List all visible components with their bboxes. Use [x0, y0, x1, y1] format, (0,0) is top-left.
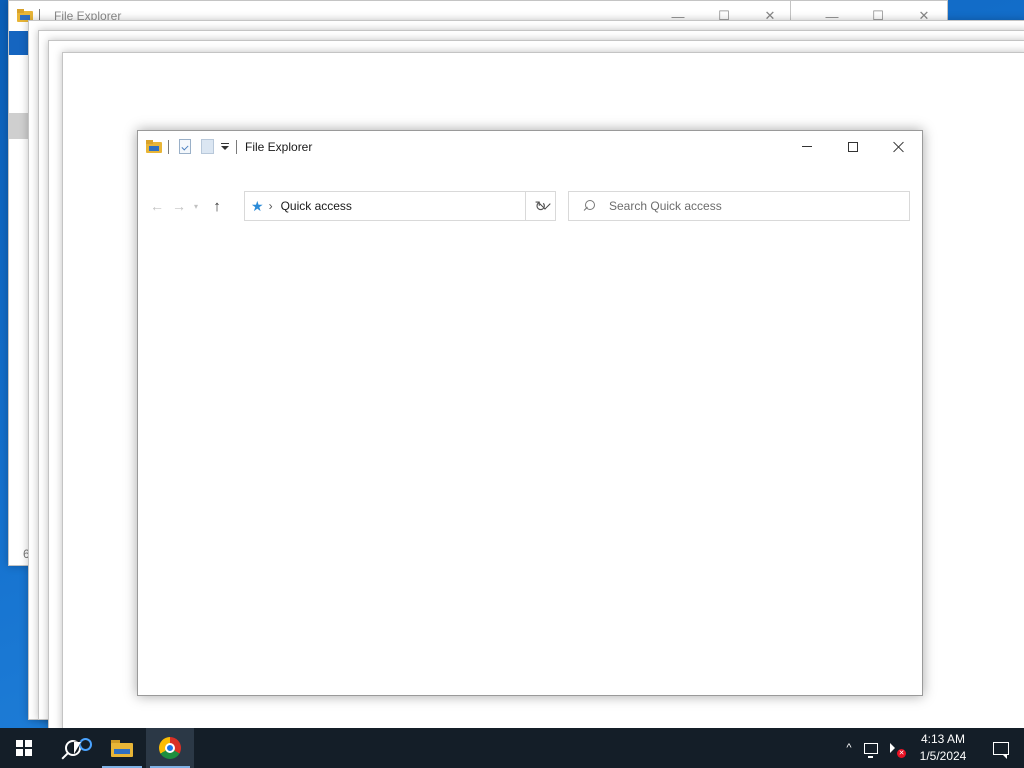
refresh-button[interactable]: ↻ [525, 191, 556, 221]
up-button[interactable]: ↑ [206, 194, 228, 218]
search-input[interactable] [609, 199, 899, 213]
quick-access-star-icon: ★ [251, 197, 264, 214]
minimize-button[interactable] [784, 131, 830, 162]
background-ribbon-tab [9, 31, 29, 55]
titlebar[interactable]: File Explorer [138, 131, 922, 162]
maximize-icon [848, 141, 858, 152]
volume-button[interactable]: ✕ [882, 728, 908, 768]
window-title: File Explorer [245, 139, 313, 154]
action-center-button[interactable] [978, 728, 1024, 768]
customize-toolbar-dropdown-icon[interactable] [220, 141, 230, 153]
clock[interactable]: 4:13 AM 1/5/2024 [908, 728, 978, 768]
new-folder-icon[interactable] [201, 139, 214, 154]
forward-button[interactable]: → [168, 194, 190, 218]
quick-access-folder-icon [146, 139, 162, 155]
search-box[interactable] [568, 191, 910, 221]
search-icon [583, 200, 595, 212]
navigation-bar: ← → ▾ ↑ ★ › Quick access ↻ [138, 190, 922, 222]
mouse-pointer-icon [74, 742, 81, 754]
close-icon [893, 141, 905, 153]
recent-locations-dropdown[interactable]: ▾ [190, 194, 202, 218]
notification-icon [993, 741, 1009, 759]
windows-logo-icon [16, 740, 32, 756]
taskbar-file-explorer[interactable] [98, 728, 146, 768]
toolbar-separator [236, 139, 237, 154]
system-tray: ^ ✕ 4:13 AM 1/5/2024 [838, 728, 1024, 768]
background-nav-item [9, 113, 29, 139]
mute-badge-icon: ✕ [897, 749, 906, 758]
chrome-icon [159, 737, 181, 759]
back-button[interactable]: ← [146, 194, 168, 218]
start-button[interactable] [0, 728, 48, 768]
network-button[interactable] [860, 728, 882, 768]
taskbar-google-chrome[interactable] [146, 728, 194, 768]
file-explorer-icon [111, 739, 133, 757]
file-explorer-window[interactable]: File Explorer ← → ▾ ↑ ★ › Quick access ↻ [137, 130, 923, 696]
taskbar: ^ ✕ 4:13 AM 1/5/2024 [0, 728, 1024, 768]
clock-date: 1/5/2024 [919, 749, 967, 763]
breadcrumb-quick-access[interactable]: Quick access [281, 199, 352, 213]
toolbar-separator [168, 139, 169, 154]
minimize-icon [802, 146, 812, 147]
close-button[interactable] [876, 131, 922, 162]
address-bar[interactable]: ★ › Quick access [244, 191, 556, 221]
taskbar-search-button[interactable] [48, 728, 98, 768]
show-hidden-icons-button[interactable]: ^ [838, 728, 860, 768]
clock-time: 4:13 AM [920, 732, 966, 746]
properties-icon[interactable] [179, 139, 191, 154]
breadcrumb-separator[interactable]: › [269, 199, 273, 213]
network-icon [864, 742, 878, 758]
maximize-button[interactable] [830, 131, 876, 162]
window-controls [784, 131, 922, 162]
